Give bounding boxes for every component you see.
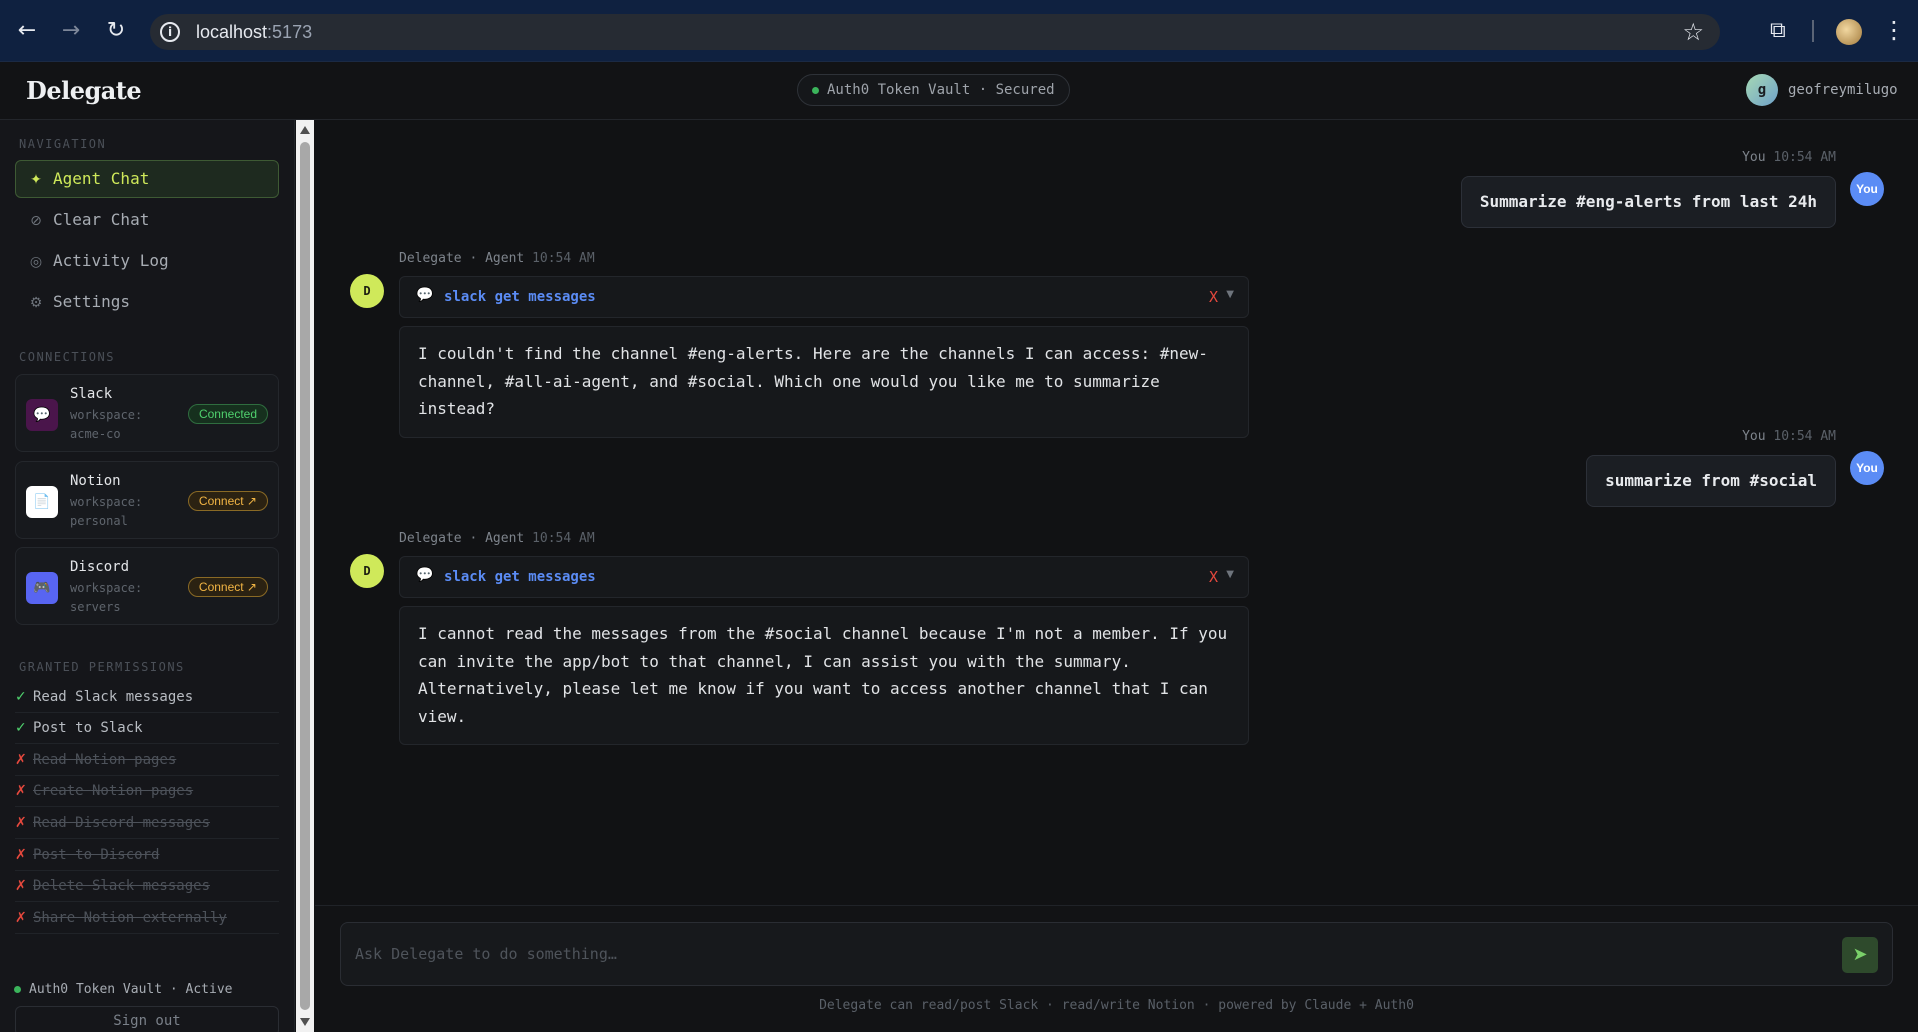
nav-section-title: NAVIGATION — [19, 137, 107, 151]
sparkle-icon: ✦ — [30, 172, 42, 188]
user-message: summarize from #social — [1586, 455, 1836, 507]
back-icon[interactable]: ← — [14, 18, 40, 44]
reload-icon[interactable]: ↻ — [103, 18, 129, 44]
cross-icon: ✗ — [15, 910, 27, 926]
message-meta: You 10:54 AM — [1742, 429, 1836, 444]
agent-avatar: D — [350, 274, 384, 308]
gear-icon: ⚙ — [29, 295, 43, 311]
chevron-down-icon[interactable]: ▼ — [1226, 569, 1234, 580]
forward-icon[interactable]: → — [58, 18, 84, 44]
status-dot — [812, 86, 819, 94]
user-avatar: You — [1850, 172, 1884, 206]
message-meta: Delegate · Agent 10:54 AM — [399, 531, 595, 546]
toolbar-divider — [1812, 20, 1814, 42]
app-header: Delegate Auth0 Token Vault · Secured g g… — [0, 62, 1918, 120]
discord-icon: 🎮 — [26, 572, 58, 604]
permissions-section-title: GRANTED PERMISSIONS — [19, 660, 185, 674]
permission-item: ✗ Read Discord messages — [15, 808, 279, 839]
cross-icon: ✗ — [15, 878, 27, 894]
user-message: Summarize #eng-alerts from last 24h — [1460, 176, 1836, 228]
connections-section-title: CONNECTIONS — [19, 350, 115, 364]
sidebar-scrollbar[interactable] — [296, 120, 314, 1032]
message-meta: Delegate · Agent 10:54 AM — [399, 251, 595, 266]
tool-name: slack get messages — [444, 289, 596, 305]
status-dot — [14, 986, 21, 993]
permission-item: ✗ Share Notion externally — [15, 903, 279, 934]
composer-area: ➤ Delegate can read/post Slack · read/wr… — [315, 905, 1918, 1032]
connection-desc: workspace: personal — [70, 495, 143, 528]
star-icon[interactable]: ☆ — [1682, 18, 1704, 46]
connection-name: Discord — [70, 559, 130, 575]
puzzle-icon[interactable]: ⧉ — [1770, 18, 1786, 43]
scroll-thumb[interactable] — [300, 142, 310, 1010]
profile-avatar[interactable] — [1836, 19, 1862, 45]
message-meta: You 10:54 AM — [1742, 150, 1836, 165]
message-input[interactable] — [355, 939, 1835, 969]
agent-avatar: D — [350, 554, 384, 588]
sidebar: NAVIGATION ✦ Agent Chat ⊘ Clear Chat ◎ Acti… — [0, 120, 295, 1032]
url-text[interactable]: localhost:5173 — [196, 22, 312, 43]
cross-icon: ✗ — [15, 847, 27, 863]
nav-activity-log[interactable]: ◎ Activity Log — [15, 242, 279, 280]
tool-error-status: X — [1208, 288, 1218, 306]
connection-desc: workspace: acme-co — [70, 408, 143, 441]
nav-agent-chat[interactable]: ✦ Agent Chat — [15, 160, 279, 198]
permission-item: ✗ Post to Discord — [15, 840, 279, 871]
composer: ➤ — [340, 922, 1893, 986]
tool-error-status: X — [1208, 568, 1218, 586]
scroll-down-arrow[interactable] — [300, 1018, 310, 1026]
scroll-up-arrow[interactable] — [300, 126, 310, 134]
nav-clear-chat[interactable]: ⊘ Clear Chat — [15, 201, 279, 239]
connection-card-notion: 📄 Notion workspace: personal Connect ↗ — [15, 461, 279, 539]
cross-icon: ✗ — [15, 815, 27, 831]
cross-icon: ✗ — [15, 783, 27, 799]
permission-item: ✗ Read Notion pages — [15, 745, 279, 776]
permission-item: ✓ Post to Slack — [15, 713, 279, 744]
chat-bubble-icon: 💬 — [416, 287, 434, 303]
connection-desc: workspace: servers — [70, 581, 143, 614]
chat-bubble-icon: 💬 — [416, 567, 434, 583]
vault-active-status: Auth0 Token Vault · Active — [14, 982, 233, 997]
kebab-icon[interactable]: ⋮ — [1882, 16, 1906, 44]
vault-status-pill: Auth0 Token Vault · Secured — [797, 74, 1070, 106]
connection-name: Notion — [70, 473, 121, 489]
footer-note: Delegate can read/post Slack · read/writ… — [819, 998, 1414, 1013]
notion-icon: 📄 — [26, 486, 58, 518]
clear-icon: ⊘ — [30, 213, 42, 229]
slack-icon: 💬 — [26, 399, 58, 431]
address-bar[interactable]: i localhost:5173 ☆ — [150, 14, 1720, 50]
sign-out-button[interactable]: Sign out — [15, 1006, 279, 1032]
agent-message: I cannot read the messages from the #soc… — [399, 606, 1249, 745]
connect-discord-button[interactable]: Connect ↗ — [187, 577, 268, 597]
send-icon[interactable]: ➤ — [1842, 937, 1878, 973]
permission-item: ✗ Create Notion pages — [15, 776, 279, 807]
connection-name: Slack — [70, 386, 113, 402]
chevron-down-icon[interactable]: ▼ — [1226, 289, 1234, 300]
connection-card-discord: 🎮 Discord workspace: servers Connect ↗ — [15, 547, 279, 625]
check-icon: ✓ — [15, 720, 27, 736]
user-name[interactable]: geofreymilugo — [1788, 82, 1898, 98]
connected-badge: Connected — [187, 404, 268, 424]
nav-settings[interactable]: ⚙ Settings — [15, 283, 279, 321]
connection-card-slack: 💬 Slack workspace: acme-co Connected — [15, 374, 279, 452]
permission-item: ✗ Delete Slack messages — [15, 871, 279, 902]
permission-item: ✓ Read Slack messages — [15, 682, 279, 713]
cross-icon: ✗ — [15, 752, 27, 768]
check-icon: ✓ — [15, 689, 27, 705]
agent-message: I couldn't find the channel #eng-alerts.… — [399, 326, 1249, 438]
connect-notion-button[interactable]: Connect ↗ — [187, 491, 268, 511]
tool-call-row[interactable]: 💬 slack get messages X ▼ — [399, 276, 1249, 318]
tool-name: slack get messages — [444, 569, 596, 585]
user-avatar[interactable]: g — [1746, 74, 1778, 106]
chat-area: You 10:54 AM Summarize #eng-alerts from … — [315, 120, 1918, 905]
tool-call-row[interactable]: 💬 slack get messages X ▼ — [399, 556, 1249, 598]
user-avatar: You — [1850, 451, 1884, 485]
activity-icon: ◎ — [29, 254, 43, 270]
info-icon[interactable]: i — [160, 22, 180, 42]
brand-logo: Delegate — [26, 76, 142, 105]
browser-toolbar: ← → ↻ i localhost:5173 ☆ ⧉ ⋮ — [0, 0, 1918, 62]
